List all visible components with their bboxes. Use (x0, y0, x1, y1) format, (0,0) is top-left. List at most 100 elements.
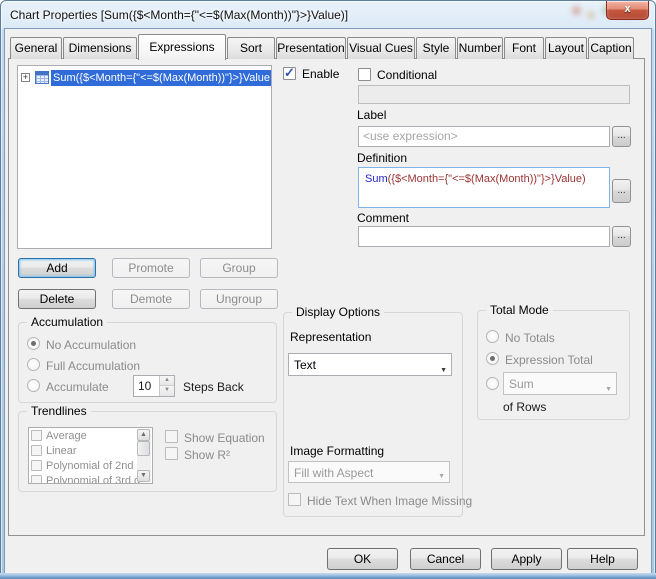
expression-item-row[interactable]: + Sum({$<Month={"<=$(Max(Month))"}>}Valu… (20, 69, 271, 86)
demote-button: Demote (112, 289, 190, 309)
expression-item-text[interactable]: Sum({$<Month={"<=$(Max(Month))"}>}Value (51, 69, 271, 86)
show-equation-label: Show Equation (184, 431, 265, 445)
checkbox-unchecked-icon (31, 475, 42, 483)
of-rows-label: of Rows (503, 400, 547, 414)
close-icon: x (624, 3, 631, 15)
definition-function-text: Sum (365, 173, 388, 185)
tab-general[interactable]: General (10, 37, 62, 59)
tab-dimensions[interactable]: Dimensions (63, 37, 137, 59)
trendlines-listbox: Average Linear Polynomial of 2nd d Polyn… (28, 427, 153, 484)
no-totals-label: No Totals (505, 331, 555, 345)
delete-button[interactable]: Delete (18, 289, 96, 309)
tab-strip: General Dimensions Expressions Sort Pres… (10, 34, 635, 60)
label-browse-button[interactable]: ... (612, 126, 631, 147)
tab-font[interactable]: Font (504, 37, 544, 59)
chart-properties-dialog: Chart Properties [Sum({$<Month={"<=$(Max… (0, 0, 656, 579)
stepper-up-icon: ▲ (160, 376, 174, 386)
chevron-down-icon: ▼ (440, 366, 447, 374)
glass-reflection (572, 6, 581, 15)
tab-presentation[interactable]: Presentation (276, 37, 346, 59)
definition-browse-button[interactable]: ... (612, 179, 631, 203)
conditional-label: Conditional (377, 68, 438, 82)
trendline-item-label: Polynomial of 3rd d (46, 475, 141, 484)
trendline-item: Polynomial of 3rd d (29, 474, 152, 484)
checkbox-unchecked-icon (31, 430, 42, 441)
representation-label: Representation (290, 330, 372, 344)
tab-number[interactable]: Number (457, 37, 503, 59)
label-placeholder: <use expression> (363, 129, 458, 143)
definition-input[interactable]: Sum({$<Month={"<=$(Max(Month))"}>}Value) (358, 167, 610, 208)
show-r2-checkbox (165, 447, 178, 460)
table-icon (35, 71, 49, 84)
trendline-item: Linear (29, 444, 152, 458)
glass-reflection (587, 11, 595, 19)
help-button[interactable]: Help (567, 548, 638, 570)
no-accumulation-radio (27, 337, 40, 350)
expand-plus-icon[interactable]: + (21, 73, 30, 82)
representation-dropdown[interactable]: Text ▼ (288, 353, 452, 376)
expression-total-label: Expression Total (505, 353, 593, 367)
trendline-item-label: Polynomial of 2nd d (46, 460, 143, 472)
comment-input[interactable] (358, 226, 610, 247)
display-options-title: Display Options (292, 305, 385, 319)
trendline-item: Polynomial of 2nd d (29, 459, 152, 473)
show-r2-label: Show R² (184, 448, 231, 462)
ok-button[interactable]: OK (327, 548, 398, 570)
chevron-down-icon: ▼ (438, 473, 445, 480)
label-caption: Label (357, 108, 387, 122)
scroll-up-icon: ▲ (137, 429, 150, 441)
tab-expressions[interactable]: Expressions (138, 34, 226, 60)
stepper-down-icon: ▼ (160, 386, 174, 396)
image-formatting-label: Image Formatting (290, 444, 385, 458)
expression-list[interactable]: + Sum({$<Month={"<=$(Max(Month))"}>}Valu… (17, 65, 272, 249)
total-aggregation-value: Sum (509, 377, 534, 391)
label-input[interactable]: <use expression> (358, 126, 610, 147)
steps-back-value: 10 (138, 379, 152, 393)
window-bottom-border (0, 573, 656, 579)
steps-back-stepper: 10 ▲ ▼ (133, 375, 175, 397)
total-aggregation-dropdown: Sum ▼ (503, 372, 617, 395)
trendline-item: Average (29, 429, 152, 443)
comment-browse-button[interactable]: ... (612, 226, 631, 247)
checkbox-checked-icon (283, 65, 296, 81)
checkbox-unchecked-icon (31, 445, 42, 456)
scrollbar-thumb (137, 441, 150, 456)
hide-text-checkbox (288, 493, 301, 506)
tab-style[interactable]: Style (416, 37, 456, 59)
trendline-item-label: Average (46, 430, 87, 442)
tab-visual-cues[interactable]: Visual Cues (347, 37, 415, 59)
apply-button[interactable]: Apply (491, 548, 562, 570)
tab-sort[interactable]: Sort (227, 37, 275, 59)
trendlines-scrollbar: ▲ ▼ (137, 429, 151, 482)
image-formatting-value: Fill with Aspect (294, 466, 374, 480)
definition-expression-text: ({$<Month={"<=$(Max(Month))"}>}Value) (387, 173, 586, 185)
title-bar[interactable]: Chart Properties [Sum({$<Month={"<=$(Max… (2, 1, 654, 29)
close-button[interactable]: x (606, 1, 649, 20)
stepper-buttons: ▲ ▼ (159, 376, 174, 396)
hide-text-label: Hide Text When Image Missing (307, 494, 473, 508)
definition-caption: Definition (357, 151, 408, 165)
tab-caption[interactable]: Caption (588, 37, 634, 59)
accumulate-label: Accumulate (46, 380, 109, 394)
aggregation-of-rows-radio (486, 377, 499, 390)
no-totals-radio (486, 330, 499, 343)
add-button[interactable]: Add (18, 258, 96, 278)
promote-button: Promote (112, 258, 190, 278)
conditional-expression-field (358, 85, 630, 104)
steps-back-label: Steps Back (183, 380, 244, 394)
no-accumulation-label: No Accumulation (46, 338, 137, 352)
tab-layout[interactable]: Layout (545, 37, 587, 59)
cancel-button[interactable]: Cancel (410, 548, 481, 570)
checkbox-unchecked-icon (358, 68, 371, 81)
expression-total-radio (486, 352, 499, 365)
accumulate-radio (27, 379, 40, 392)
window-title: Chart Properties [Sum({$<Month={"<=$(Max… (10, 8, 349, 22)
full-accumulation-label: Full Accumulation (46, 359, 141, 373)
group-button: Group (200, 258, 278, 278)
ungroup-button: Ungroup (200, 289, 278, 309)
comment-caption: Comment (357, 211, 410, 225)
representation-value: Text (294, 358, 317, 372)
trendlines-title: Trendlines (27, 404, 91, 418)
image-formatting-dropdown: Fill with Aspect ▼ (288, 461, 450, 483)
checkbox-unchecked-icon (31, 460, 42, 471)
